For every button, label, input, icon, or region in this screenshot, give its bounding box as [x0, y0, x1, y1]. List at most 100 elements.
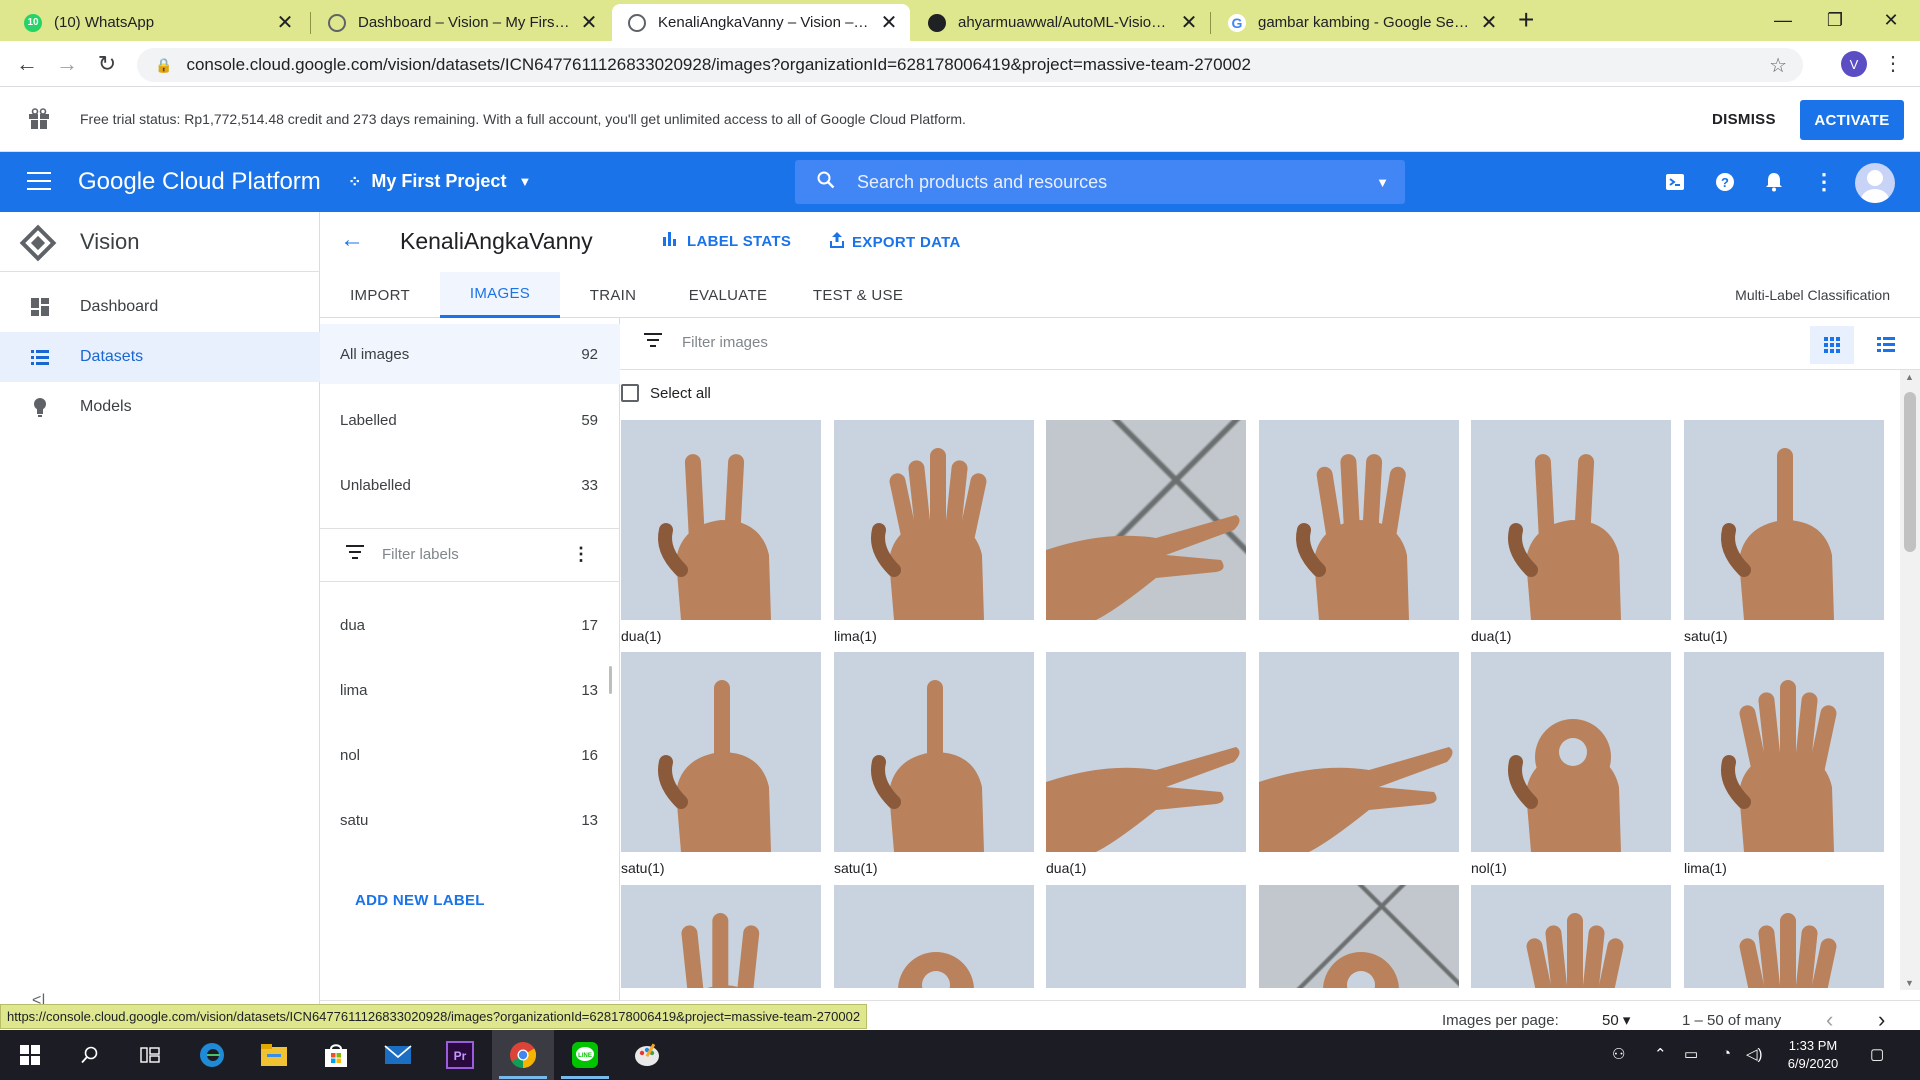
tab-evaluate[interactable]: EVALUATE	[666, 272, 790, 318]
task-view-icon[interactable]	[134, 1039, 166, 1071]
chevron-down-icon[interactable]: ▼	[1376, 175, 1389, 190]
mail-icon[interactable]	[382, 1039, 414, 1071]
microsoft-store-icon[interactable]	[320, 1039, 352, 1071]
project-selector[interactable]: ⁘ My First Project ▼	[348, 171, 531, 192]
grid-view-icon[interactable]	[1810, 326, 1854, 364]
chevron-up-icon[interactable]: ⌃	[1654, 1045, 1667, 1063]
label-row-nol[interactable]: nol 16	[320, 727, 620, 783]
label-stats-button[interactable]: LABEL STATS	[663, 232, 791, 251]
taskbar-clock[interactable]: 1:33 PM 6/9/2020	[1768, 1037, 1858, 1073]
browser-tab-active[interactable]: KenaliAngkaVanny – Vision – My ✕	[612, 4, 910, 41]
sidebar-item-models[interactable]: Models	[0, 382, 320, 432]
account-avatar[interactable]	[1855, 163, 1895, 203]
image-thumbnail[interactable]	[1684, 420, 1884, 620]
address-bar[interactable]: 🔒 console.cloud.google.com/vision/datase…	[137, 48, 1803, 82]
list-view-icon[interactable]	[1864, 326, 1908, 364]
cloud-shell-icon[interactable]	[1661, 168, 1689, 196]
chrome-icon[interactable]	[507, 1039, 539, 1071]
close-tab-icon[interactable]: ✕	[580, 10, 598, 35]
image-thumbnail[interactable]	[1259, 885, 1459, 988]
search-input[interactable]: Search products and resources ▼	[795, 160, 1405, 204]
select-all-checkbox[interactable]	[621, 384, 639, 402]
tab-images[interactable]: IMAGES	[440, 272, 560, 318]
paint-3d-icon[interactable]	[631, 1039, 663, 1071]
label-row-satu[interactable]: satu 13	[320, 792, 620, 848]
close-tab-icon[interactable]: ✕	[1180, 10, 1198, 35]
wifi-icon[interactable]: ◔	[1722, 1045, 1731, 1062]
filter-labels-input[interactable]: Filter labels ⋮	[320, 528, 620, 580]
action-center-icon[interactable]: ▢	[1870, 1045, 1884, 1063]
back-icon[interactable]: ←	[12, 49, 42, 79]
reload-icon[interactable]: ↻	[92, 49, 122, 79]
image-thumbnail[interactable]	[1259, 652, 1459, 852]
label-row-lima[interactable]: lima 13	[320, 662, 620, 718]
image-thumbnail[interactable]	[1046, 885, 1246, 988]
image-thumbnail[interactable]	[1684, 652, 1884, 852]
image-thumbnail[interactable]	[834, 420, 1034, 620]
close-tab-icon[interactable]: ✕	[880, 10, 898, 35]
minimize-icon[interactable]: —	[1754, 0, 1812, 41]
premiere-pro-icon[interactable]: Pr	[444, 1039, 476, 1071]
edge-icon[interactable]	[196, 1039, 228, 1071]
images-per-page-select[interactable]: 50 ▾	[1602, 1011, 1630, 1029]
filter-labelled[interactable]: Labelled 59	[320, 390, 620, 450]
back-arrow-icon[interactable]: ←	[340, 226, 364, 254]
image-thumbnail[interactable]	[621, 420, 821, 620]
file-explorer-icon[interactable]	[258, 1039, 290, 1071]
image-thumbnail[interactable]	[834, 652, 1034, 852]
tab-import[interactable]: IMPORT	[320, 272, 440, 318]
image-thumbnail[interactable]	[1471, 652, 1671, 852]
scrollbar-thumb[interactable]	[1904, 392, 1916, 552]
image-thumbnail[interactable]	[621, 885, 821, 988]
profile-avatar[interactable]: V	[1841, 51, 1867, 77]
filter-all-images[interactable]: All images 92	[320, 324, 620, 384]
help-icon[interactable]: ?	[1711, 168, 1739, 196]
dismiss-button[interactable]: DISMISS	[1712, 111, 1776, 128]
image-thumbnail[interactable]	[1046, 420, 1246, 620]
label-row-dua[interactable]: dua 17	[320, 597, 620, 653]
image-thumbnail[interactable]	[1471, 420, 1671, 620]
scroll-up-icon[interactable]: ▲	[1905, 372, 1914, 382]
tab-test-and-use[interactable]: TEST & USE	[790, 272, 926, 318]
add-new-label-button[interactable]: ADD NEW LABEL	[355, 892, 485, 909]
close-tab-icon[interactable]: ✕	[276, 10, 294, 35]
line-app-icon[interactable]: LINE	[569, 1039, 601, 1071]
image-thumbnail[interactable]	[1684, 885, 1884, 988]
image-thumbnail[interactable]	[834, 885, 1034, 988]
panel-scrollbar[interactable]	[609, 666, 612, 694]
filter-images-input[interactable]: Filter images	[682, 334, 768, 351]
browser-tab-github[interactable]: ahyarmuawwal/AutoML-Vision-G ✕	[912, 4, 1210, 41]
bookmark-star-icon[interactable]: ☆	[1769, 53, 1787, 78]
image-thumbnail[interactable]	[1259, 420, 1459, 620]
hamburger-menu-icon[interactable]	[27, 172, 51, 190]
grid-scrollbar[interactable]: ▲ ▼	[1900, 370, 1920, 990]
image-thumbnail[interactable]	[621, 652, 821, 852]
volume-icon[interactable]: ◁)	[1746, 1045, 1763, 1063]
filter-unlabelled[interactable]: Unlabelled 33	[320, 455, 620, 515]
more-options-icon[interactable]: ⋮	[572, 544, 590, 565]
activate-button[interactable]: ACTIVATE	[1800, 100, 1904, 140]
sidebar-item-dashboard[interactable]: Dashboard	[0, 282, 320, 332]
close-tab-icon[interactable]: ✕	[1480, 10, 1498, 35]
windows-start-icon[interactable]	[14, 1039, 46, 1071]
tab-train[interactable]: TRAIN	[560, 272, 666, 318]
gcp-title[interactable]: Google Cloud Platform	[78, 168, 321, 196]
scroll-down-icon[interactable]: ▼	[1905, 978, 1914, 988]
browser-tab-google[interactable]: G gambar kambing - Google Searc ✕	[1212, 4, 1510, 41]
image-thumbnail[interactable]	[1471, 885, 1671, 988]
forward-icon[interactable]: →	[52, 49, 82, 79]
browser-tab-dashboard[interactable]: Dashboard – Vision – My First Pr ✕	[312, 4, 610, 41]
image-thumbnail[interactable]	[1046, 652, 1246, 852]
sidebar-item-datasets[interactable]: Datasets	[0, 332, 320, 382]
close-window-icon[interactable]: ✕	[1862, 0, 1920, 41]
people-icon[interactable]: ⚇	[1612, 1045, 1625, 1063]
export-data-button[interactable]: EXPORT DATA	[830, 232, 961, 253]
browser-tab-whatsapp[interactable]: 10 (10) WhatsApp ✕	[8, 4, 306, 41]
notifications-icon[interactable]	[1760, 168, 1788, 196]
browser-menu-icon[interactable]: ⋮	[1883, 51, 1903, 76]
more-options-icon[interactable]: ⋮	[1810, 168, 1838, 196]
battery-icon[interactable]: ▭	[1684, 1045, 1698, 1063]
new-tab-icon[interactable]: +	[1518, 6, 1534, 34]
search-icon[interactable]	[74, 1039, 106, 1071]
restore-icon[interactable]: ❐	[1806, 0, 1864, 41]
